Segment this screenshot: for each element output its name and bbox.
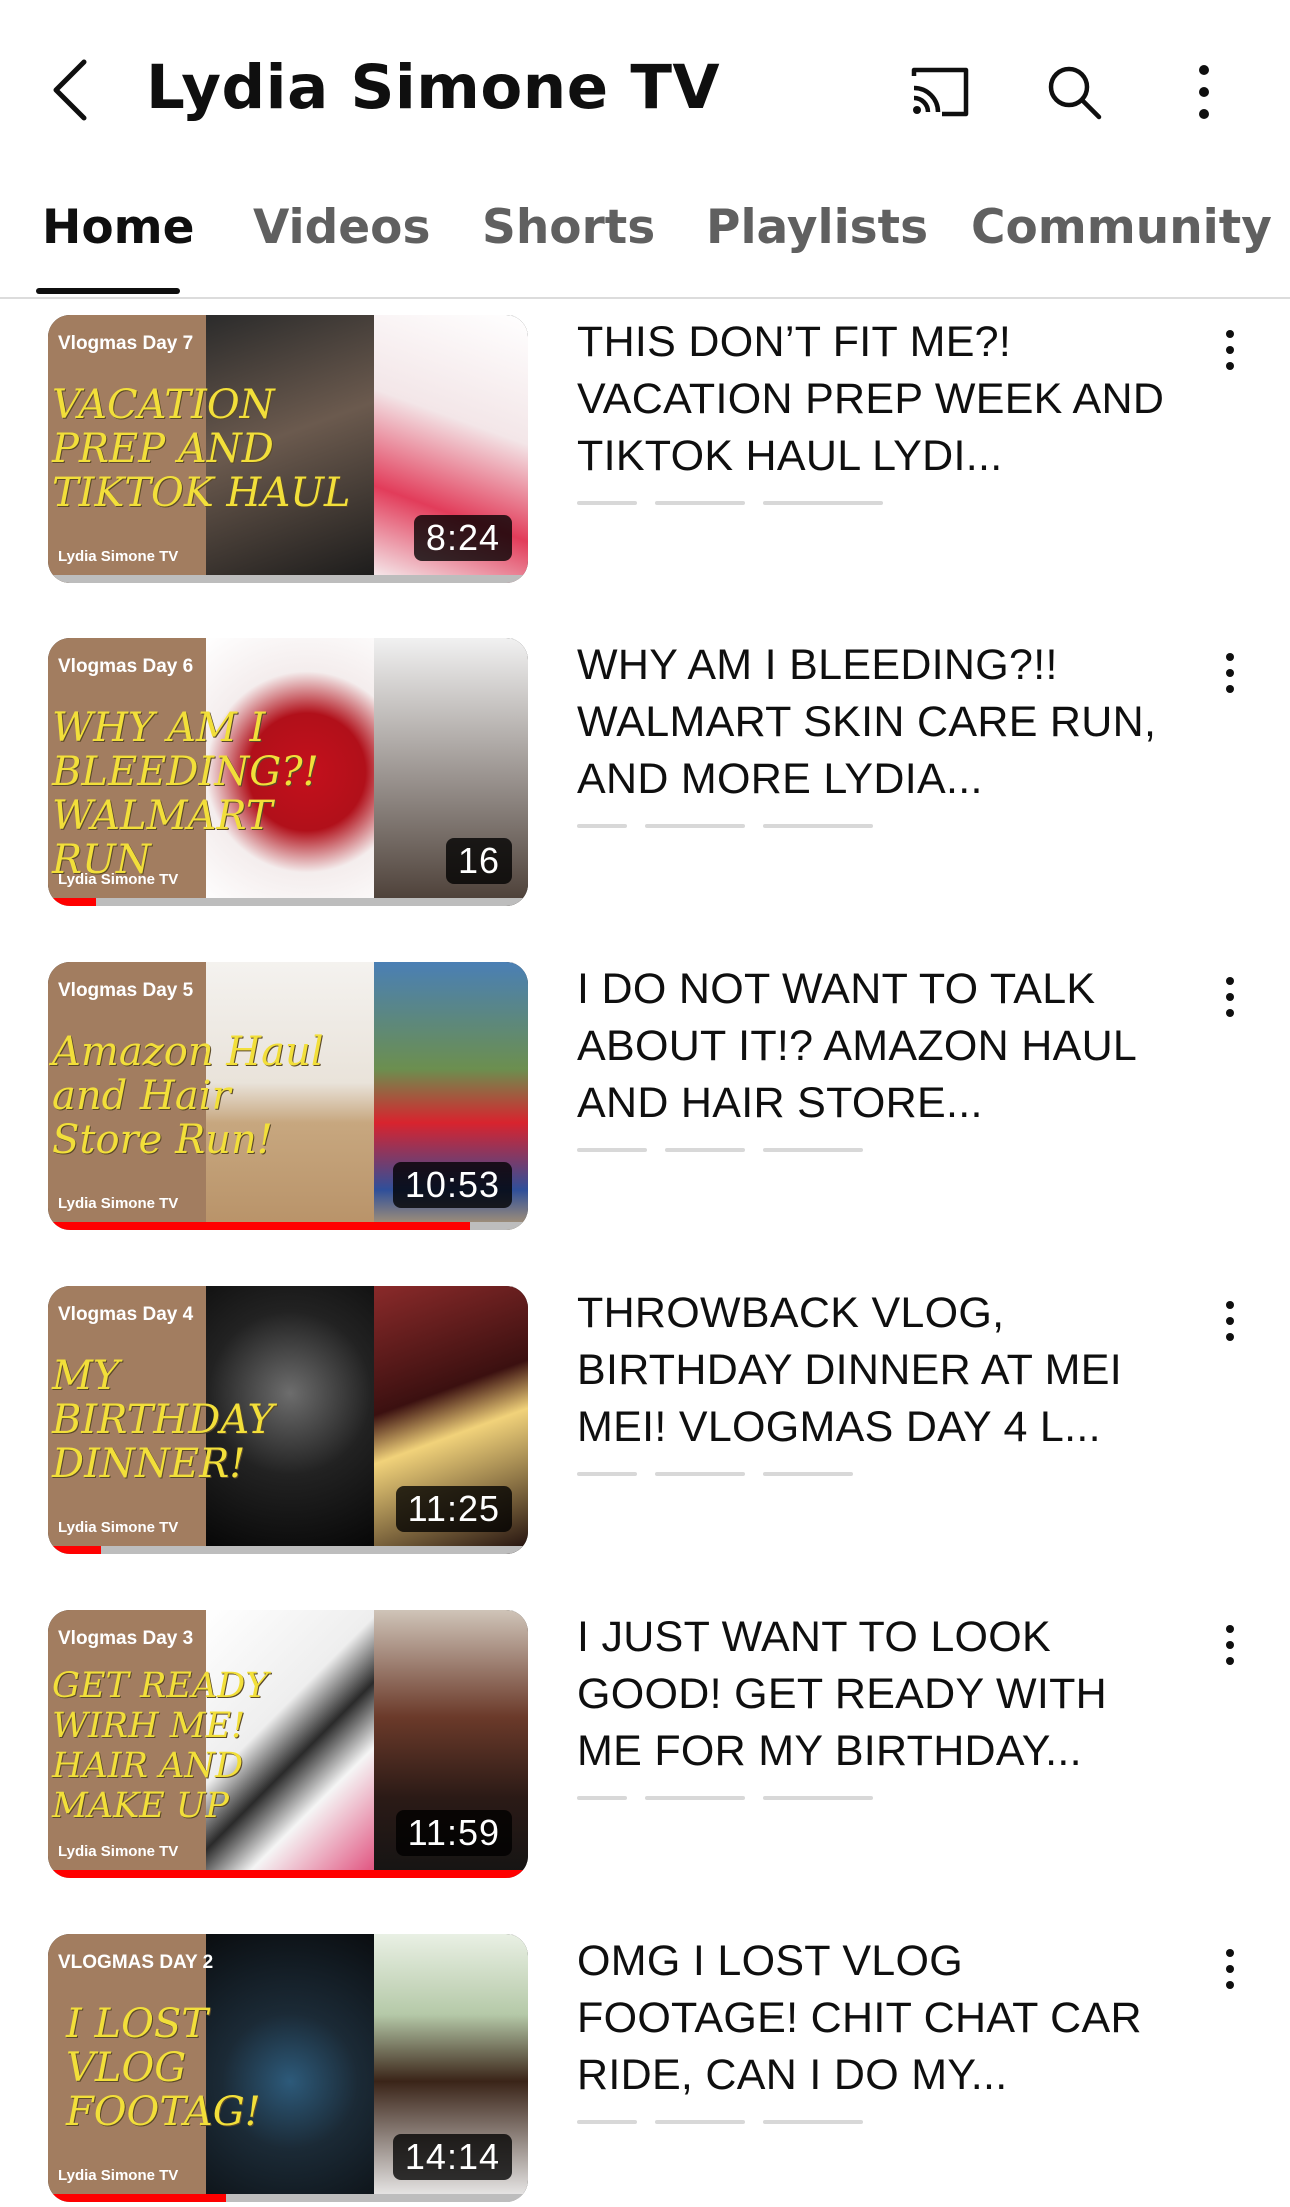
thumbnail-caption: VACATION PREP AND TIKTOK HAUL bbox=[52, 382, 351, 516]
video-more-button[interactable] bbox=[1210, 643, 1250, 703]
duration-badge: 14:14 bbox=[392, 2134, 512, 2180]
tab-videos[interactable]: Videos bbox=[253, 200, 430, 255]
video-meta bbox=[577, 1463, 997, 1476]
video-title[interactable]: OMG I LOST VLOG FOOTAGE! CHIT CHAT CAR R… bbox=[577, 1933, 1177, 2104]
more-vertical-icon bbox=[1226, 330, 1234, 338]
more-dot bbox=[1226, 1657, 1234, 1665]
tab-home[interactable]: Home bbox=[42, 200, 194, 255]
video-thumbnail[interactable]: Vlogmas Day 4 MY BIRTHDAY DINNER! Lydia … bbox=[48, 1286, 528, 1554]
thumbnail-channel-label: Lydia Simone TV bbox=[58, 871, 179, 888]
more-dot bbox=[1226, 1333, 1234, 1341]
watch-progress-fill bbox=[48, 898, 96, 906]
video-item[interactable]: Vlogmas Day 5 Amazon Haul and Hair Store… bbox=[0, 947, 1290, 1230]
duration-badge: 16 bbox=[445, 838, 512, 884]
video-thumbnail[interactable]: Vlogmas Day 6 WHY AM I BLEEDING?! WALMAR… bbox=[48, 638, 528, 906]
watch-progress-fill bbox=[48, 1546, 101, 1554]
thumbnail-caption: WHY AM I BLEEDING?! WALMART RUN bbox=[52, 705, 319, 883]
thumbnail-caption: Amazon Haul and Hair Store Run! bbox=[52, 1029, 324, 1163]
back-arrow-icon bbox=[53, 59, 87, 121]
more-vertical-icon bbox=[1226, 653, 1234, 661]
watch-progress-fill bbox=[48, 1870, 528, 1878]
thumbnail-day-label: Vlogmas Day 3 bbox=[58, 1628, 194, 1649]
video-item[interactable]: Vlogmas Day 4 MY BIRTHDAY DINNER! Lydia … bbox=[0, 1271, 1290, 1554]
thumbnail-day-label: VLOGMAS DAY 2 bbox=[58, 1952, 214, 1973]
more-dot bbox=[1226, 1981, 1234, 1989]
video-item[interactable]: Vlogmas Day 6 WHY AM I BLEEDING?! WALMAR… bbox=[0, 623, 1290, 906]
top-app-bar: Lydia Simone TV bbox=[0, 0, 1290, 172]
more-vertical-icon bbox=[1226, 1625, 1234, 1633]
video-more-button[interactable] bbox=[1210, 967, 1250, 1027]
video-thumbnail[interactable]: VLOGMAS DAY 2 I LOST VLOG FOOTAG! Lydia … bbox=[48, 1934, 528, 2202]
video-more-button[interactable] bbox=[1210, 1615, 1250, 1675]
watch-progress-track bbox=[48, 898, 528, 906]
more-vertical-icon bbox=[1226, 1949, 1234, 1957]
channel-title: Lydia Simone TV bbox=[146, 52, 721, 123]
more-dot bbox=[1226, 1641, 1234, 1649]
thumbnail-caption: MY BIRTHDAY DINNER! bbox=[52, 1353, 274, 1487]
more-dot bbox=[1226, 1317, 1234, 1325]
more-dot bbox=[1226, 993, 1234, 1001]
watch-progress-fill bbox=[48, 1222, 471, 1230]
tab-playlists[interactable]: Playlists bbox=[706, 200, 928, 255]
watch-progress-track bbox=[48, 1546, 528, 1554]
video-more-button[interactable] bbox=[1210, 320, 1250, 380]
video-more-button[interactable] bbox=[1210, 1291, 1250, 1351]
thumbnail-channel-label: Lydia Simone TV bbox=[58, 1843, 179, 1860]
active-tab-indicator bbox=[36, 288, 180, 294]
watch-progress-fill bbox=[48, 2194, 226, 2202]
more-vertical-icon bbox=[1199, 65, 1209, 119]
video-item[interactable]: Vlogmas Day 3 GET READY WIRH ME! HAIR AN… bbox=[0, 1595, 1290, 1878]
thumbnail-channel-label: Lydia Simone TV bbox=[58, 1519, 179, 1536]
watch-progress-track bbox=[48, 575, 528, 583]
tab-shorts[interactable]: Shorts bbox=[482, 200, 655, 255]
more-vertical-icon bbox=[1226, 977, 1234, 985]
channel-tabs: Home Videos Shorts Playlists Community bbox=[0, 172, 1290, 299]
more-options-button[interactable] bbox=[1170, 58, 1238, 126]
thumbnail-channel-label: Lydia Simone TV bbox=[58, 1195, 179, 1212]
cast-icon bbox=[911, 67, 969, 117]
duration-badge: 11:25 bbox=[395, 1486, 512, 1532]
video-thumbnail[interactable]: Vlogmas Day 3 GET READY WIRH ME! HAIR AN… bbox=[48, 1610, 528, 1878]
video-meta bbox=[577, 492, 997, 505]
thumbnail-caption: I LOST VLOG FOOTAG! bbox=[66, 2001, 261, 2135]
video-thumbnail[interactable]: Vlogmas Day 7 VACATION PREP AND TIKTOK H… bbox=[48, 315, 528, 583]
duration-badge: 11:59 bbox=[395, 1810, 512, 1856]
thumbnail-day-label: Vlogmas Day 7 bbox=[58, 333, 194, 354]
search-button[interactable] bbox=[1040, 58, 1108, 126]
video-title[interactable]: THIS DON’T FIT ME?! VACATION PREP WEEK A… bbox=[577, 314, 1177, 485]
video-title[interactable]: I DO NOT WANT TO TALK ABOUT IT!? AMAZON … bbox=[577, 961, 1177, 1132]
video-title[interactable]: THROWBACK VLOG, BIRTHDAY DINNER AT MEI M… bbox=[577, 1285, 1177, 1456]
duration-badge: 10:53 bbox=[392, 1162, 512, 1208]
tab-community[interactable]: Community bbox=[971, 200, 1272, 255]
thumbnail-channel-label: Lydia Simone TV bbox=[58, 548, 179, 565]
video-meta bbox=[577, 2111, 997, 2124]
more-dot bbox=[1226, 1965, 1234, 1973]
more-dot bbox=[1226, 685, 1234, 693]
cast-button[interactable] bbox=[906, 58, 974, 126]
video-meta bbox=[577, 815, 997, 828]
video-title[interactable]: WHY AM I BLEEDING?!! WALMART SKIN CARE R… bbox=[577, 637, 1177, 808]
video-item[interactable]: Vlogmas Day 7 VACATION PREP AND TIKTOK H… bbox=[0, 300, 1290, 583]
back-button[interactable] bbox=[48, 56, 96, 124]
video-title[interactable]: I JUST WANT TO LOOK GOOD! GET READY WITH… bbox=[577, 1609, 1177, 1780]
duration-badge: 8:24 bbox=[413, 515, 512, 561]
search-icon bbox=[1048, 66, 1102, 120]
thumbnail-caption: GET READY WIRH ME! HAIR AND MAKE UP bbox=[52, 1666, 269, 1826]
video-item[interactable]: VLOGMAS DAY 2 I LOST VLOG FOOTAG! Lydia … bbox=[0, 1919, 1290, 2202]
thumbnail-channel-label: Lydia Simone TV bbox=[58, 2167, 179, 2184]
video-meta bbox=[577, 1787, 997, 1800]
video-meta bbox=[577, 1139, 997, 1152]
more-dot bbox=[1226, 669, 1234, 677]
video-more-button[interactable] bbox=[1210, 1939, 1250, 1999]
more-vertical-icon bbox=[1226, 1301, 1234, 1309]
thumbnail-day-label: Vlogmas Day 4 bbox=[58, 1304, 194, 1325]
video-thumbnail[interactable]: Vlogmas Day 5 Amazon Haul and Hair Store… bbox=[48, 962, 528, 1230]
thumbnail-day-label: Vlogmas Day 5 bbox=[58, 980, 194, 1001]
more-dot bbox=[1226, 362, 1234, 370]
thumbnail-day-label: Vlogmas Day 6 bbox=[58, 656, 194, 677]
more-dot bbox=[1226, 346, 1234, 354]
more-dot bbox=[1226, 1009, 1234, 1017]
